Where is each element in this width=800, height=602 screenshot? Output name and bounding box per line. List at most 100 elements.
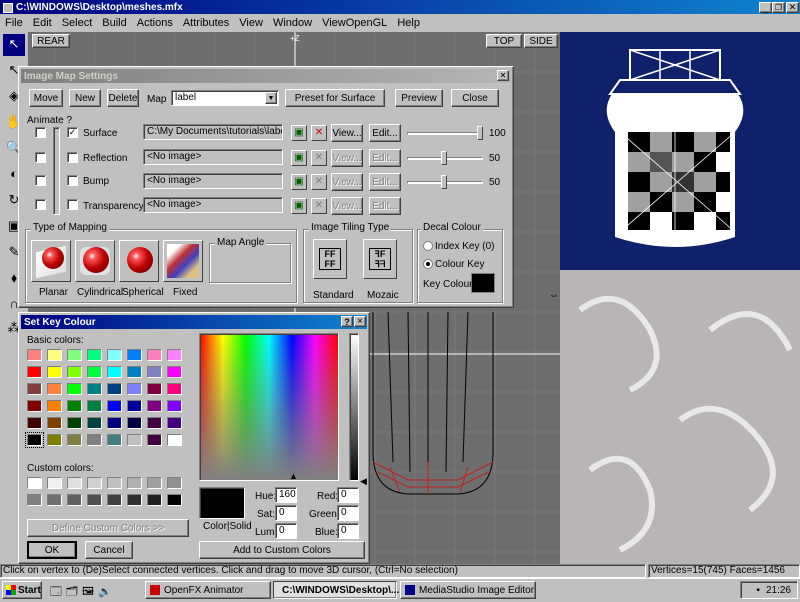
surface-edit-button[interactable]: Edit... bbox=[369, 124, 401, 142]
color-swatch[interactable] bbox=[67, 366, 82, 378]
color-swatch[interactable] bbox=[107, 366, 122, 378]
color-swatch[interactable] bbox=[147, 400, 162, 412]
color-spectrum[interactable] bbox=[199, 333, 339, 481]
surface-slider-thumb[interactable] bbox=[477, 126, 483, 140]
color-swatch[interactable] bbox=[127, 366, 142, 378]
color-swatch[interactable] bbox=[147, 434, 162, 446]
color-swatch[interactable] bbox=[25, 432, 44, 448]
close-window-button[interactable]: ✕ bbox=[786, 2, 799, 13]
color-swatch[interactable] bbox=[127, 400, 142, 412]
side-view-button[interactable]: SIDE bbox=[524, 34, 558, 48]
color-swatch[interactable] bbox=[147, 366, 162, 378]
sat-input[interactable]: 0 bbox=[275, 505, 297, 521]
add-to-custom-colors-button[interactable]: Add to Custom Colors bbox=[199, 541, 365, 559]
surface-view-button[interactable]: View... bbox=[331, 124, 363, 142]
new-button[interactable]: New bbox=[69, 89, 101, 107]
imap-close-x[interactable]: ✕ bbox=[497, 70, 509, 81]
rear-view-button[interactable]: REAR bbox=[32, 34, 70, 48]
color-swatch[interactable] bbox=[27, 349, 42, 361]
transparency-edit-button[interactable]: Edit... bbox=[369, 197, 401, 215]
menu-edit[interactable]: Edit bbox=[28, 14, 57, 32]
task-meshes-window[interactable]: C:\WINDOWS\Desktop\... bbox=[273, 581, 399, 599]
color-swatch[interactable] bbox=[27, 400, 42, 412]
bump-browse-icon[interactable]: ▣ bbox=[291, 174, 307, 190]
surface-checkbox[interactable]: ✓ bbox=[67, 127, 78, 138]
menu-select[interactable]: Select bbox=[57, 14, 98, 32]
color-swatch[interactable] bbox=[167, 366, 182, 378]
color-swatch[interactable] bbox=[27, 383, 42, 395]
surface-browse-icon[interactable]: ▣ bbox=[291, 125, 307, 141]
colour-help-button[interactable]: ? bbox=[341, 316, 353, 327]
menu-help[interactable]: Help bbox=[392, 14, 425, 32]
pointer-tool-icon[interactable]: ↖ bbox=[3, 34, 25, 56]
menu-actions[interactable]: Actions bbox=[132, 14, 178, 32]
color-swatch[interactable] bbox=[87, 494, 102, 506]
task-openfx-animator[interactable]: OpenFX Animator bbox=[145, 581, 271, 599]
color-swatch[interactable] bbox=[47, 400, 62, 412]
planar-mapping-button[interactable] bbox=[31, 240, 71, 282]
bump-view-button[interactable]: View... bbox=[331, 173, 363, 191]
color-swatch[interactable] bbox=[87, 366, 102, 378]
color-swatch[interactable] bbox=[47, 434, 62, 446]
standard-tiling-button[interactable]: FF FF bbox=[313, 239, 347, 279]
color-swatch[interactable] bbox=[27, 477, 42, 489]
task-mediastudio[interactable]: MediaStudio Image Editor bbox=[400, 581, 536, 599]
menu-build[interactable]: Build bbox=[97, 14, 131, 32]
mozaic-tiling-button[interactable]: ꟻF ꟻᖷ bbox=[363, 239, 397, 279]
map-select[interactable]: label bbox=[171, 90, 279, 106]
color-swatch[interactable] bbox=[127, 477, 142, 489]
color-swatch[interactable] bbox=[147, 477, 162, 489]
color-swatch[interactable] bbox=[147, 383, 162, 395]
animate-transparency-checkbox[interactable] bbox=[35, 199, 46, 210]
color-swatch[interactable] bbox=[67, 494, 82, 506]
color-swatch[interactable] bbox=[127, 417, 142, 429]
bump-checkbox[interactable] bbox=[67, 175, 78, 186]
color-swatch[interactable] bbox=[167, 494, 182, 506]
color-swatch[interactable] bbox=[127, 349, 142, 361]
index-key-radio[interactable] bbox=[423, 241, 433, 251]
color-swatch[interactable] bbox=[167, 434, 182, 446]
color-swatch[interactable] bbox=[67, 417, 82, 429]
reflection-slider-thumb[interactable] bbox=[441, 151, 447, 165]
bump-path[interactable]: <No image> bbox=[143, 173, 283, 189]
transparency-clear-icon[interactable]: ✕ bbox=[311, 198, 327, 214]
transparency-browse-icon[interactable]: ▣ bbox=[291, 198, 307, 214]
color-swatch[interactable] bbox=[167, 417, 182, 429]
colour-key-radio[interactable] bbox=[423, 259, 433, 269]
blue-input[interactable]: 0 bbox=[337, 523, 359, 539]
reflection-browse-icon[interactable]: ▣ bbox=[291, 150, 307, 166]
color-swatch[interactable] bbox=[107, 400, 122, 412]
color-swatch[interactable] bbox=[107, 383, 122, 395]
animate-surface-checkbox[interactable] bbox=[35, 127, 46, 138]
animate-bump-checkbox[interactable] bbox=[35, 175, 46, 186]
colour-close-button[interactable]: × bbox=[354, 316, 366, 327]
reflection-clear-icon[interactable]: ✕ bbox=[311, 150, 327, 166]
transparency-view-button[interactable]: View... bbox=[331, 197, 363, 215]
color-swatch[interactable] bbox=[107, 494, 122, 506]
color-swatch[interactable] bbox=[167, 349, 182, 361]
bump-edit-button[interactable]: Edit... bbox=[369, 173, 401, 191]
delete-button[interactable]: Delete bbox=[107, 89, 139, 107]
green-input[interactable]: 0 bbox=[337, 505, 359, 521]
bump-clear-icon[interactable]: ✕ bbox=[311, 174, 327, 190]
color-swatch[interactable] bbox=[47, 477, 62, 489]
menu-attributes[interactable]: Attributes bbox=[178, 14, 234, 32]
color-swatch[interactable] bbox=[67, 383, 82, 395]
color-swatch[interactable] bbox=[87, 417, 102, 429]
color-swatch[interactable] bbox=[167, 477, 182, 489]
surface-path[interactable]: C:\My Documents\tutorials\label.gif bbox=[143, 124, 283, 140]
red-input[interactable]: 0 bbox=[337, 487, 359, 503]
color-swatch[interactable] bbox=[127, 383, 142, 395]
start-button[interactable]: Start bbox=[2, 581, 42, 599]
color-swatch[interactable] bbox=[87, 434, 102, 446]
key-colour-swatch[interactable] bbox=[471, 273, 495, 293]
color-swatch[interactable] bbox=[87, 349, 102, 361]
color-swatch[interactable] bbox=[67, 477, 82, 489]
hue-input[interactable]: 160 bbox=[275, 487, 297, 503]
surface-clear-icon[interactable]: ✕ bbox=[311, 125, 327, 141]
bump-slider-thumb[interactable] bbox=[441, 175, 447, 189]
close-button[interactable]: Close bbox=[451, 89, 499, 107]
preset-surface-button[interactable]: Preset for Surface bbox=[285, 89, 385, 107]
map-dropdown-icon[interactable]: ▼ bbox=[265, 92, 277, 104]
preview-button[interactable]: Preview bbox=[395, 89, 443, 107]
